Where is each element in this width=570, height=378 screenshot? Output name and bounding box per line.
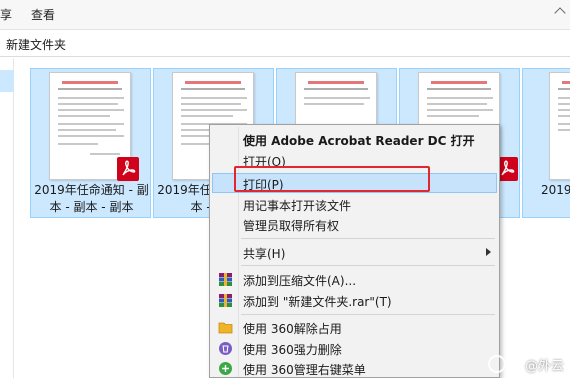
ribbon-tab-share[interactable]: 享 [0,6,12,23]
menu-item-360-force-delete[interactable]: 使用 360强力删除 [212,338,497,358]
360-delete-icon [218,341,233,356]
menu-separator [241,314,495,315]
menu-item-label: 共享(H) [243,247,286,261]
file-name: 2019年 [541,183,570,197]
annotation-highlight-box [234,166,430,192]
navigation-pane [0,58,14,378]
menu-item-label: 使用 360解除占用 [243,322,342,336]
document-thumbnail [549,72,570,180]
file-name: 2019年任命通知 - 副本 - 副本 - 副本 [34,183,149,214]
menu-item-label: 使用 360强力删除 [243,343,342,357]
menu-item-take-ownership[interactable]: 管理员取得所有权 [212,214,497,234]
menu-item-360-manage-context-menu[interactable]: 使用 360管理右键菜单 [212,358,497,378]
ribbon: 享 查看 [0,0,570,30]
ribbon-tab-view[interactable]: 查看 [31,6,55,23]
menu-item-label: 管理员取得所有权 [243,219,340,233]
nav-selected-item[interactable] [0,70,14,92]
menu-item-label: 添加到压缩文件(A)... [243,274,357,288]
winrar-icon [218,272,233,287]
menu-item-label: 添加到 "新建文件夹.rar"(T) [243,295,392,309]
menu-item-open-with-notepad[interactable]: 用记事本打开该文件 [212,194,497,214]
address-bar[interactable]: 新建文件夹 [0,31,570,57]
submenu-arrow-icon [486,248,491,256]
address-path[interactable]: 新建文件夹 [6,36,66,53]
menu-item-label: 用记事本打开该文件 [243,199,352,213]
360-menu-icon [218,361,233,376]
menu-item-add-to-rar[interactable]: 添加到 "新建文件夹.rar"(T) [212,290,497,310]
file-item[interactable]: 2019年 [522,68,570,218]
chevron-up-icon[interactable] [554,7,566,19]
menu-item-360-unlock[interactable]: 使用 360解除占用 [212,317,497,337]
file-item[interactable]: 2019年任命通知 - 副本 - 副本 - 副本 [30,68,151,218]
menu-item-share[interactable]: 共享(H) [212,242,497,262]
pdf-icon [117,157,139,181]
watermark-text: @外云 [524,359,564,374]
menu-item-label: 使用 360管理右键菜单 [243,363,366,377]
menu-item-open-with-acrobat[interactable]: 使用 Adobe Acrobat Reader DC 打开 [212,129,497,149]
menu-separator [241,238,495,239]
360-unlock-icon [218,320,233,335]
menu-item-add-to-archive[interactable]: 添加到压缩文件(A)... [212,269,497,289]
watermark-logo-icon [488,355,506,373]
winrar-icon [218,293,233,308]
menu-item-label: 使用 Adobe Acrobat Reader DC 打开 [243,134,475,148]
context-menu: 使用 Adobe Acrobat Reader DC 打开 打开(O) 打印(P… [209,124,500,378]
menu-separator [241,265,495,266]
